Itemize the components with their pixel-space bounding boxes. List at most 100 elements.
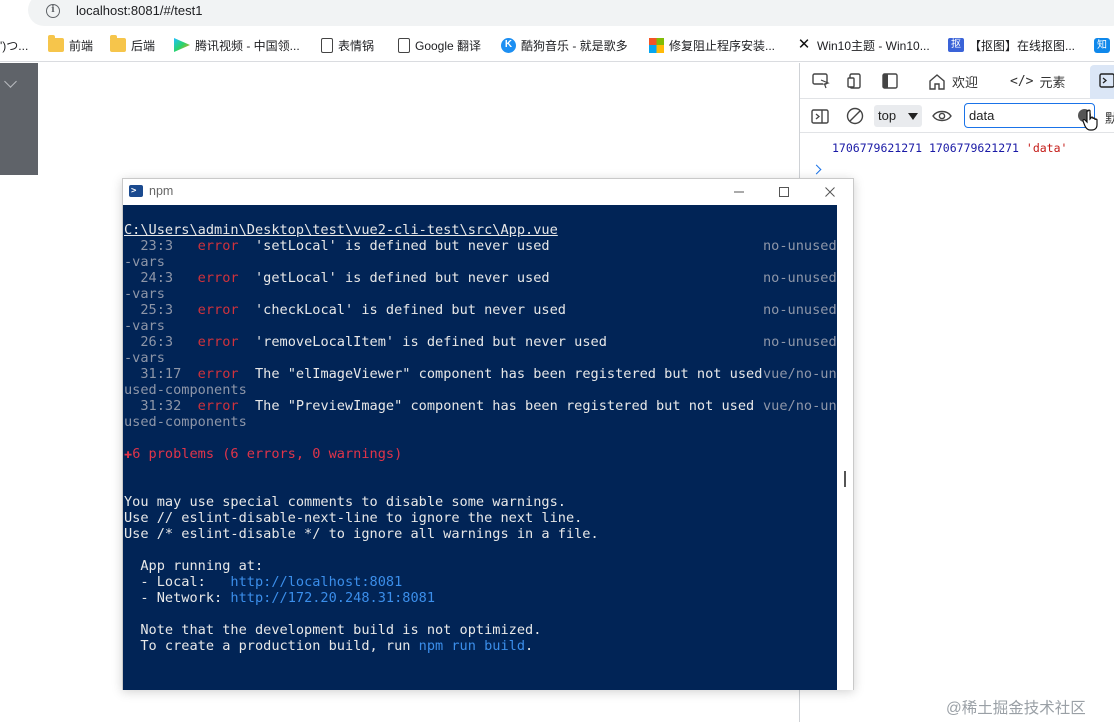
hint-line: Use // eslint-disable-next-line to ignor… [124,510,583,526]
network-label: - Network: [124,590,231,606]
build-hint-end: . [525,638,534,654]
tab-label: 欢迎 [952,75,979,90]
bookmark-tencent-video[interactable]: 腾讯视频 - 中国领... [174,36,300,54]
bookmark-label: Win10主题 - Win10... [817,38,930,53]
live-expression-eye-icon[interactable] [931,105,953,127]
home-icon [929,74,945,90]
rule-part: -vars [124,350,165,366]
rule-part: -vars [124,254,165,270]
problems-summary: ✚6 problems (6 errors, 0 warnings) [124,446,402,462]
chevron-down-icon[interactable] [4,75,17,88]
rule-name: no-unused [763,238,837,254]
watermark: @稀土掘金技术社区 [946,700,1086,717]
build-command: npm run build [418,638,526,654]
error-level: error [197,366,239,382]
console-prompt-icon[interactable] [811,164,822,175]
minimize-button[interactable] [729,182,749,202]
rule-part: no-unused [763,334,837,350]
clear-console-icon[interactable] [844,105,866,127]
lint-error-row: 31:32 error The "PreviewImage" component… [124,398,754,414]
bookmark-label: 【抠图】在线抠图... [969,38,1076,53]
console-filter-bar: top 默 [800,99,1114,133]
bookmark-label: Google 翻译 [415,38,482,53]
x-icon: ✕ [797,36,811,53]
error-message: 'checkLocal' is defined but never used [254,302,566,318]
bookmark-label: ')つ... [0,38,29,53]
folder-icon [48,35,64,52]
terminal-output[interactable]: C:\Users\admin\Desktop\test\vue2-cli-tes… [123,205,837,690]
folder-icon [110,35,126,52]
site-info-icon[interactable]: i [46,4,60,18]
bookmark-koutu[interactable]: 抠 【抠图】在线抠图... [948,36,1075,54]
inspect-element-icon[interactable] [810,70,832,92]
rule-name-wrap: used-components [124,414,247,430]
windows-icon [649,37,664,53]
tab-elements[interactable]: </> 元素 [1010,72,1066,91]
log-string: 'data' [1025,141,1068,155]
rule-part: no-unused [763,270,837,286]
kugou-icon: K [501,37,516,53]
error-level: error [197,238,239,254]
sidebar-toggle-icon[interactable] [879,70,901,92]
network-url-link[interactable]: http://172.20.248.31:8081 [230,590,435,606]
bookmark-folder-frontend[interactable]: 前端 [48,35,93,54]
error-level: error [197,334,239,350]
bookmark-fix-installer[interactable]: 修复阻止程序安装... [649,36,775,54]
plus-icon: ✚ [124,446,133,462]
bookmark-item[interactable]: ')つ... [0,36,28,54]
lint-error-row: 23:3 error 'setLocal' is defined but nev… [124,238,550,254]
bookmark-zhihu[interactable]: 知 [1094,36,1114,54]
console-log-line: 1706779621271 1706779621271 'data' [832,141,1067,155]
rule-part: vue/no-un [763,398,837,414]
terminal-titlebar[interactable]: > npm [123,179,853,205]
build-hint-line: To create a production build, run npm ru… [124,638,533,654]
maximize-button[interactable] [774,182,794,202]
error-message: 'setLocal' is defined but never used [254,238,550,254]
bookmark-win10-theme[interactable]: ✕ Win10主题 - Win10... [796,36,930,54]
hint-line: Use /* eslint-disable */ to ignore all w… [124,526,599,542]
rule-name: vue/no-un [763,366,837,382]
bookmark-google-translate[interactable]: Google 翻译 [398,36,481,54]
doc-icon [321,37,333,53]
close-button[interactable] [820,182,840,202]
rule-part: used-components [124,414,247,430]
device-toolbar-icon[interactable] [845,70,867,92]
bookmark-biaoqingguo[interactable]: 表情锅 [321,36,374,54]
rule-part: no-unused [763,302,837,318]
rule-name-wrap: used-components [124,382,247,398]
local-url-link[interactable]: http://localhost:8081 [230,574,402,590]
terminal-scrollbar[interactable] [837,205,853,690]
console-filter-input[interactable] [964,103,1095,128]
overflow-text: 默 [1105,111,1114,126]
context-select[interactable]: top [874,105,922,127]
error-location: 31:17 [124,366,182,382]
build-hint-text: To create a production build, run [124,638,419,654]
tab-console[interactable] [1090,65,1114,99]
log-number: 1706779621271 [928,141,1019,155]
show-sidebar-icon[interactable] [809,105,831,127]
page-sidebar [0,63,38,175]
scrollbar-thumb[interactable] [844,471,846,487]
error-level: error [197,398,239,414]
bookmark-label: 酷狗音乐 - 就是歌多 [521,38,628,53]
bookmark-folder-backend[interactable]: 后端 [110,35,155,54]
tencent-video-icon [174,38,190,52]
doc-icon [398,37,410,53]
url-text[interactable]: localhost:8081/#/test1 [76,3,202,18]
rule-part: no-unused [763,238,837,254]
rule-name-wrap: -vars [124,350,165,366]
zhihu-icon: 知 [1094,37,1110,53]
context-value: top [878,108,897,123]
app-running-line: App running at: [124,558,264,574]
tab-welcome[interactable]: 欢迎 [928,72,978,91]
error-location: 25:3 [124,302,174,318]
bookmark-kugou[interactable]: K 酷狗音乐 - 就是歌多 [501,36,628,54]
summary-text: 6 problems (6 errors, 0 warnings) [132,446,403,462]
error-level: error [197,302,239,318]
error-message: The "PreviewImage" component has been re… [254,398,755,414]
rule-name-wrap: -vars [124,318,165,334]
file-path-line: C:\Users\admin\Desktop\test\vue2-cli-tes… [124,222,558,238]
rule-part: -vars [124,286,165,302]
lint-error-row: 26:3 error 'removeLocalItem' is defined … [124,334,607,350]
powershell-icon: > [129,185,143,197]
